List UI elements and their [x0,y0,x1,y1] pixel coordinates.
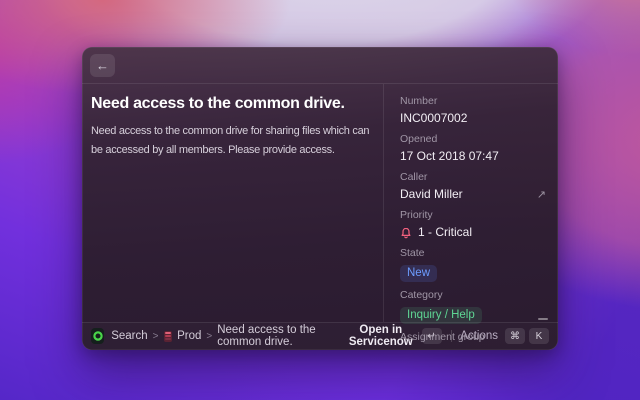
assignment-group-label: Assignment group [400,331,546,344]
priority-bell-icon [400,227,412,239]
incident-description-panel: Need access to the common drive. Need ac… [82,84,383,322]
detail-body: Need access to the common drive. Need ac… [82,84,558,322]
state-label: State [400,247,546,260]
priority-label: Priority [400,209,546,222]
breadcrumb-root: Search [111,330,147,342]
number-value: INC0007002 [400,111,546,126]
external-link-icon[interactable]: ↗ [537,188,546,201]
state-badge: New [400,265,437,282]
breadcrumb-item: Need access to the common drive. [217,324,347,348]
metadata-panel: Number INC0007002 Opened 17 Oct 2018 07:… [383,84,558,322]
breadcrumb-separator: > [153,331,159,342]
caller-link[interactable]: David Miller ↗ [400,187,546,202]
incident-title: Need access to the common drive. [91,95,383,113]
caller-label: Caller [400,171,546,184]
category-label: Category [400,289,546,302]
servicenow-logo-icon [91,328,104,344]
prod-instance-icon [164,331,173,342]
incident-description: Need access to the common drive for shar… [91,122,383,160]
opened-value: 17 Oct 2018 07:47 [400,149,546,164]
servicenow-ring-icon [92,330,104,342]
breadcrumb-separator: > [206,331,212,342]
category-badge: Inquiry / Help [400,307,482,324]
number-label: Number [400,95,546,108]
breadcrumb: Search > Prod > Need access to the commo… [111,324,347,348]
breadcrumb-instance: Prod [177,330,201,342]
priority-value: 1 - Critical [418,225,472,240]
back-button[interactable]: ← [90,54,115,77]
incident-detail-window: ← Need access to the common drive. Need … [82,47,558,350]
priority-row: 1 - Critical [400,225,546,240]
back-arrow-icon: ← [96,58,109,73]
scrollbar-thumb[interactable] [538,318,548,320]
window-header: ← [82,47,558,84]
opened-label: Opened [400,133,546,146]
desktop-wallpaper: { "colors": { "servicenow_green": "#4AD6… [0,0,640,400]
caller-value[interactable]: David Miller [400,187,463,202]
